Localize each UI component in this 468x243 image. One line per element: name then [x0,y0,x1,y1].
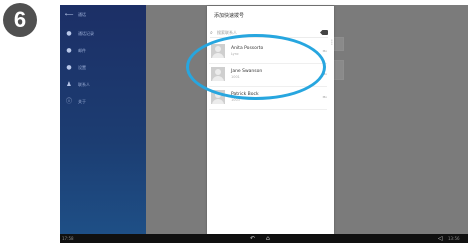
sidebar-item-about[interactable]: ⓘ 关于 [60,93,146,110]
sidebar: ⟵ 通话 ● 通话记录 ● 邮件 ● 设置 ♟ 联系人 ⓘ 关于 [60,5,146,234]
home-icon[interactable]: ⌂ [266,235,270,242]
step-number-badge: 6 [3,3,37,37]
sidebar-item-label: 关于 [78,98,86,104]
contact-sub: 1001 [231,75,240,79]
more-options-icon[interactable]: ⋮ [329,40,335,46]
sidebar-item-mail[interactable]: ● 邮件 [60,42,146,59]
backspace-icon[interactable] [320,30,328,35]
contact-sub: Lync [231,52,239,56]
sidebar-item-label: 通话记录 [78,30,94,36]
contact-row[interactable]: Anita Possorto Lync Mo [209,41,327,64]
search-bar: ⌕ 搜索联系人 [210,28,328,38]
sidebar-item-label: 通话 [78,12,86,17]
volume-icon[interactable]: ◁ [438,235,443,242]
contact-row[interactable]: Jane Swanson 1001 Mo [209,64,327,87]
person-icon: ♟ [66,80,72,88]
dot-icon: ● [66,29,72,37]
back-arrow-icon: ⟵ [64,11,74,18]
sidebar-item-label: 联系人 [78,81,90,87]
avatar [211,90,225,104]
contact-name: Anita Possorto [231,46,264,51]
info-icon: ⓘ [66,97,73,105]
sidebar-item-label: 邮件 [78,47,86,53]
contact-sub: 1003 [231,98,240,102]
sidebar-item-settings[interactable]: ● 设置 [60,59,146,76]
search-icon: ⌕ [210,29,213,36]
contact-row[interactable]: Patrick Bock 1003 Mo [209,87,327,110]
dot-icon: ● [66,63,72,71]
sidebar-item-label: 设置 [78,64,86,70]
contact-tag: Mo [322,49,327,53]
dialog-title: 添加快速拨号 [214,13,245,19]
avatar [211,67,225,81]
back-icon[interactable]: ↶ [250,235,255,242]
navbar-right-text: 13:56 [448,236,460,241]
dot-icon: ● [66,46,72,54]
avatar [211,44,225,58]
sidebar-item-contacts[interactable]: ♟ 联系人 [60,76,146,93]
add-speed-dial-dialog: 添加快速拨号 ⌕ 搜索联系人 ⋮ Anita Possorto Lync Mo … [207,6,335,234]
contact-name: Jane Swanson [231,69,263,74]
system-navigation-bar: 17:58 ↶ ⌂ ◁ 13:56 [60,234,468,243]
search-input[interactable]: 搜索联系人 [217,30,318,36]
contact-name: Patrick Bock [231,92,259,97]
navbar-left-text: 17:58 [62,236,74,241]
contact-tag: Mo [322,95,327,99]
sidebar-item-back[interactable]: ⟵ 通话 [60,5,146,25]
contact-tag: Mo [322,72,327,76]
sidebar-item-call-log[interactable]: ● 通话记录 [60,25,146,42]
